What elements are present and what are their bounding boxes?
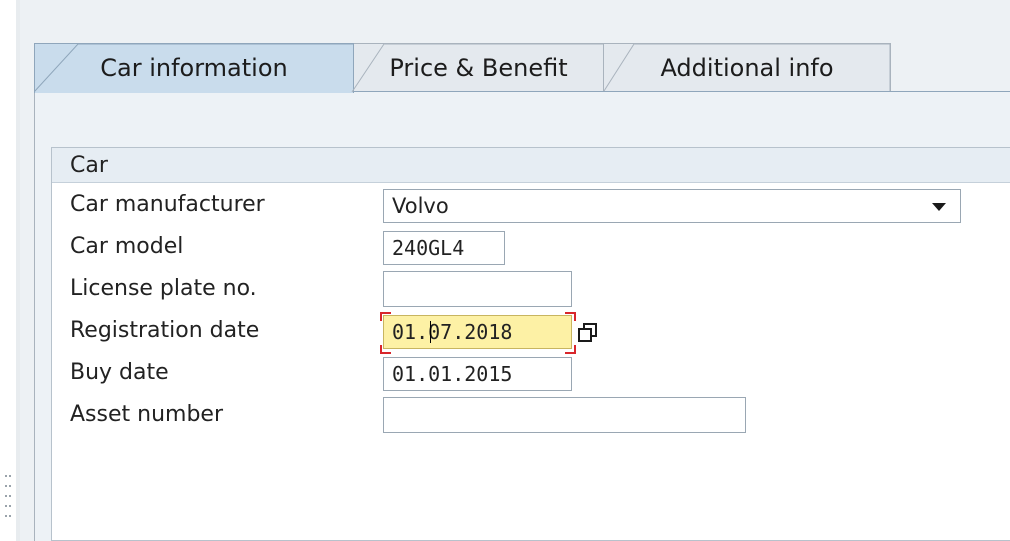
tab-edges (34, 43, 891, 93)
text-cursor (430, 321, 431, 343)
grip-dot (5, 505, 11, 509)
grip-dot (5, 515, 11, 519)
asset-number-label: Asset number (70, 402, 223, 427)
grip-dot (5, 485, 11, 489)
row-asset-number: Asset number (52, 394, 1010, 436)
car-manufacturer-select[interactable]: Volvo (383, 189, 961, 223)
row-car-manufacturer: Car manufacturer Volvo (52, 184, 1010, 226)
focus-corner (380, 312, 391, 321)
license-plate-label: License plate no. (70, 276, 257, 301)
grip-dot (5, 495, 11, 499)
buy-date-value: 01.01.2015 (392, 362, 513, 386)
row-license-plate: License plate no. (52, 268, 1010, 310)
registration-date-field[interactable]: 01.07.2018 (383, 315, 572, 349)
row-registration-date: Registration date 01.07.2018 (52, 310, 1010, 354)
group-title: Car (52, 148, 1010, 183)
buy-date-field[interactable]: 01.01.2015 (383, 357, 572, 391)
calendar-icon[interactable] (577, 322, 599, 344)
car-model-field[interactable]: 240GL4 (383, 231, 505, 265)
car-model-value: 240GL4 (392, 236, 465, 260)
car-manufacturer-value: Volvo (392, 194, 449, 218)
license-plate-field[interactable] (383, 271, 572, 307)
left-resize-strip[interactable] (0, 0, 16, 541)
asset-number-field[interactable] (383, 397, 746, 433)
focus-corner (565, 312, 576, 321)
registration-date-value: 01.07.2018 (392, 320, 513, 344)
car-group-box: Car Car manufacturer Volvo Car model 240… (51, 147, 1010, 541)
registration-date-label: Registration date (70, 318, 260, 343)
buy-date-label: Buy date (70, 360, 169, 385)
row-buy-date: Buy date 01.01.2015 (52, 352, 1010, 394)
car-model-label: Car model (70, 234, 184, 259)
chevron-down-icon[interactable] (932, 203, 946, 211)
car-manufacturer-label: Car manufacturer (70, 192, 265, 217)
row-car-model: Car model 240GL4 (52, 226, 1010, 268)
tab-content-panel: Car Car manufacturer Volvo Car model 240… (34, 92, 1010, 541)
grip-dot (5, 475, 11, 479)
